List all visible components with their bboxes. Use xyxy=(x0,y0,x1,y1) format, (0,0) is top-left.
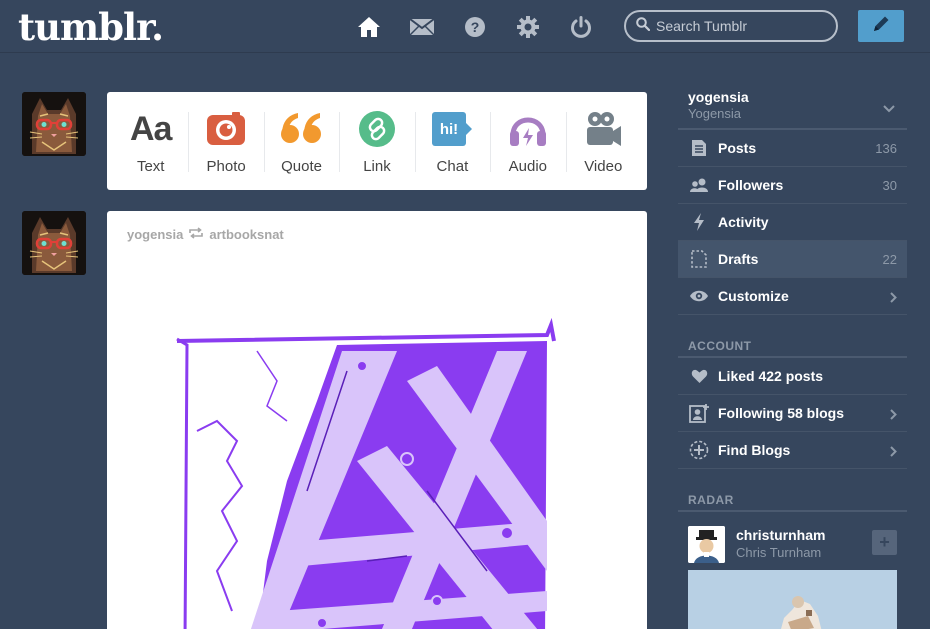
sidebar-item-label: Followers xyxy=(718,177,784,193)
followers-count: 30 xyxy=(882,177,897,193)
post-type-text-button[interactable]: Aa Text xyxy=(113,92,188,190)
post-type-audio-button[interactable]: Audio xyxy=(490,92,565,190)
find-blogs-icon xyxy=(689,440,709,460)
radar-blog-name[interactable]: christurnham xyxy=(736,527,825,543)
sidebar-item-label: Posts xyxy=(718,140,757,156)
search-input[interactable] xyxy=(656,18,826,34)
post-type-label: Photo xyxy=(206,158,246,175)
post-type-video-button[interactable]: Video xyxy=(565,92,641,190)
sidebar-item-find-blogs[interactable]: Find Blogs xyxy=(678,432,907,469)
sidebar-item-likes[interactable]: Liked 422 posts xyxy=(678,358,907,395)
reblog-source-link[interactable]: artbooksnat xyxy=(209,227,283,242)
eye-icon xyxy=(689,286,709,306)
radar-item: christurnham Chris Turnham + xyxy=(678,520,907,570)
post-type-label: Quote xyxy=(281,158,322,175)
post-type-label: Text xyxy=(136,158,165,175)
help-icon[interactable]: ? xyxy=(462,14,488,40)
quote-icon xyxy=(280,110,324,148)
lightning-icon xyxy=(689,212,709,232)
follow-button[interactable]: + xyxy=(872,530,897,555)
chevron-right-icon xyxy=(890,290,897,308)
video-camera-icon xyxy=(584,110,622,148)
post-image[interactable] xyxy=(107,311,647,629)
followers-icon xyxy=(689,175,709,195)
sidebar-item-label: Drafts xyxy=(718,251,759,267)
sidebar-item-drafts[interactable]: Drafts 22 xyxy=(678,241,907,278)
following-icon xyxy=(689,403,709,423)
radar-post-image[interactable] xyxy=(688,570,897,629)
post-header: yogensia artbooksnat xyxy=(127,227,284,242)
sidebar-item-label: Customize xyxy=(718,288,789,304)
post-author-link[interactable]: yogensia xyxy=(127,227,183,242)
account-section-title: ACCOUNT xyxy=(678,326,907,358)
chat-badge: hi! xyxy=(440,121,458,138)
radar-avatar[interactable] xyxy=(688,526,725,563)
text-icon: Aa xyxy=(129,109,172,148)
sidebar-item-label: Activity xyxy=(718,214,769,230)
home-icon[interactable] xyxy=(356,14,382,40)
pencil-icon xyxy=(871,14,891,39)
post-type-link-button[interactable]: Link xyxy=(339,92,414,190)
link-icon xyxy=(358,110,396,148)
camera-icon xyxy=(206,110,246,148)
sidebar-item-activity[interactable]: Activity xyxy=(678,204,907,241)
tumblr-logo[interactable]: tumblr. xyxy=(18,5,164,49)
blog-switcher[interactable]: yogensia Yogensia xyxy=(678,88,907,130)
post-type-chat-button[interactable]: hi! Chat xyxy=(414,92,490,190)
post-type-bar: Aa Text Photo Quote Link hi! Chat Audio xyxy=(107,92,647,190)
post-type-label: Link xyxy=(363,158,391,175)
blog-name: yogensia xyxy=(688,89,749,105)
mail-icon[interactable] xyxy=(409,14,435,40)
sidebar-item-customize[interactable]: Customize xyxy=(678,278,907,315)
search-box[interactable] xyxy=(624,10,838,42)
drafts-icon xyxy=(689,249,709,269)
reblog-icon xyxy=(188,227,204,242)
radar-blog-title: Chris Turnham xyxy=(736,545,822,560)
gear-icon[interactable] xyxy=(515,14,541,40)
post-type-label: Chat xyxy=(436,158,469,175)
headphones-icon xyxy=(508,110,548,148)
sidebar-item-following[interactable]: Following 58 blogs xyxy=(678,395,907,432)
compose-button[interactable] xyxy=(858,10,904,42)
chevron-right-icon xyxy=(890,444,897,462)
sidebar-item-posts[interactable]: Posts 136 xyxy=(678,130,907,167)
post-card: yogensia artbooksnat xyxy=(107,211,647,629)
avatar[interactable] xyxy=(22,92,86,156)
radar-section-title: RADAR xyxy=(678,480,907,512)
post-type-quote-button[interactable]: Quote xyxy=(263,92,339,190)
top-bar: tumblr. ? xyxy=(0,0,930,53)
chevron-down-icon[interactable] xyxy=(883,100,895,118)
power-icon[interactable] xyxy=(568,14,594,40)
sidebar: yogensia Yogensia Posts 136 Followers 30… xyxy=(678,88,907,570)
post-author-avatar[interactable] xyxy=(22,211,86,275)
post-type-label: Audio xyxy=(508,158,547,175)
drafts-count: 22 xyxy=(882,251,897,267)
sidebar-item-followers[interactable]: Followers 30 xyxy=(678,167,907,204)
post-type-photo-button[interactable]: Photo xyxy=(188,92,263,190)
blog-title: Yogensia xyxy=(688,106,742,121)
chevron-right-icon xyxy=(890,407,897,425)
search-icon xyxy=(636,16,651,36)
sidebar-item-label: Following 58 blogs xyxy=(718,405,844,421)
posts-count: 136 xyxy=(875,140,897,156)
heart-icon xyxy=(689,366,709,386)
svg-text:?: ? xyxy=(471,19,480,35)
sidebar-item-label: Liked 422 posts xyxy=(718,368,824,384)
posts-icon xyxy=(689,138,709,158)
post-type-label: Video xyxy=(584,158,623,175)
chat-icon: hi! xyxy=(431,110,473,148)
sidebar-item-label: Find Blogs xyxy=(718,442,791,458)
